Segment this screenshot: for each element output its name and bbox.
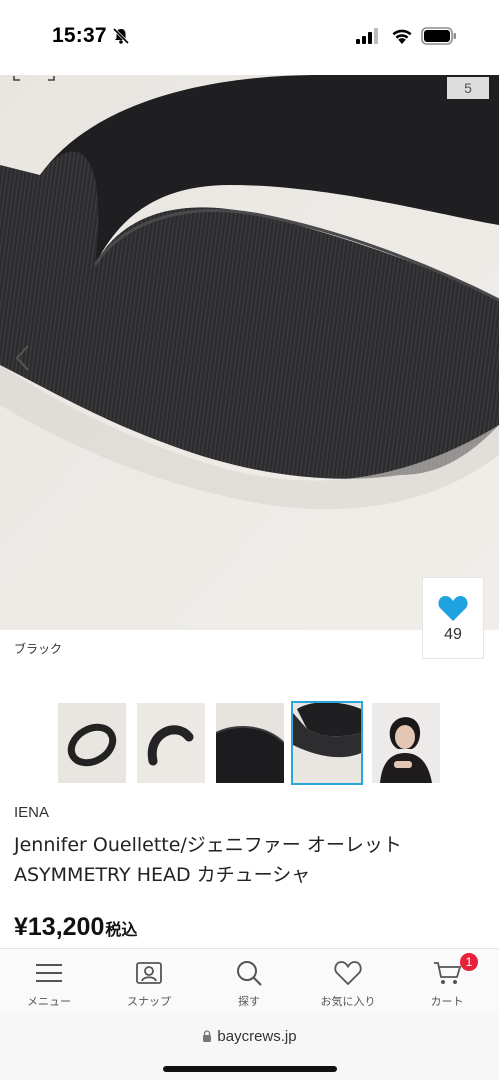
thumb-headband-logo-detail[interactable] <box>216 703 284 783</box>
color-label: ブラック <box>14 642 63 656</box>
lock-icon <box>203 1030 212 1042</box>
nav-cart-label: カート <box>430 995 464 1008</box>
nav-search[interactable]: 探す <box>204 959 294 1009</box>
product-price: ¥13,200税込 <box>14 913 137 942</box>
cart-icon <box>434 962 462 984</box>
chevron-left-icon[interactable] <box>10 340 36 376</box>
bottom-navigation: メニュー スナップ 探す お気に入り 1 カート <box>0 948 499 1014</box>
price-value: ¥13,200 <box>14 913 105 941</box>
nav-search-label: 探す <box>238 995 260 1008</box>
product-image-carousel[interactable]: 5 <box>0 75 499 630</box>
snap-icon <box>136 962 162 984</box>
thumb-model-wearing[interactable] <box>372 703 440 783</box>
nav-snap[interactable]: スナップ <box>104 959 194 1009</box>
nav-favorites[interactable]: お気に入り <box>303 959 393 1009</box>
tax-label: 税込 <box>105 920 138 939</box>
url-display[interactable]: baycrews.jp <box>0 1028 499 1045</box>
wifi-icon <box>392 29 412 44</box>
cart-badge: 1 <box>460 953 478 971</box>
url-text: baycrews.jp <box>217 1028 297 1045</box>
status-bar: 15:37 <box>0 0 499 75</box>
nav-snap-label: スナップ <box>127 995 171 1008</box>
heart-icon <box>438 596 468 621</box>
cellular-signal-icon <box>356 28 378 44</box>
battery-icon <box>421 27 456 45</box>
product-title: Jennifer Ouellette/ジェニファー オーレット ASYMMETR… <box>14 834 402 886</box>
nav-favorites-label: お気に入り <box>320 995 376 1008</box>
expand-icon[interactable] <box>12 75 56 82</box>
nav-menu[interactable]: メニュー <box>4 959 94 1009</box>
home-indicator[interactable] <box>163 1066 337 1072</box>
bell-slash-icon <box>112 27 130 45</box>
product-photo <box>0 75 499 630</box>
menu-icon <box>36 964 62 982</box>
nav-menu-label: メニュー <box>27 995 71 1008</box>
status-time: 15:37 <box>52 24 107 47</box>
thumb-headband-closeup[interactable] <box>291 701 363 785</box>
heart-outline-icon <box>334 961 362 986</box>
thumb-headband-black-2[interactable] <box>137 703 205 783</box>
nav-cart[interactable]: 1 カート <box>402 953 492 1009</box>
browser-url-bar[interactable]: baycrews.jp <box>0 1014 499 1080</box>
favorite-count: 49 <box>444 626 462 643</box>
favorite-button[interactable]: 49 <box>422 577 484 659</box>
brand-name[interactable]: IENA <box>14 804 49 821</box>
page-indicator: 5 <box>447 77 489 99</box>
search-icon <box>237 961 262 986</box>
thumb-headband-black-1[interactable] <box>58 703 126 783</box>
